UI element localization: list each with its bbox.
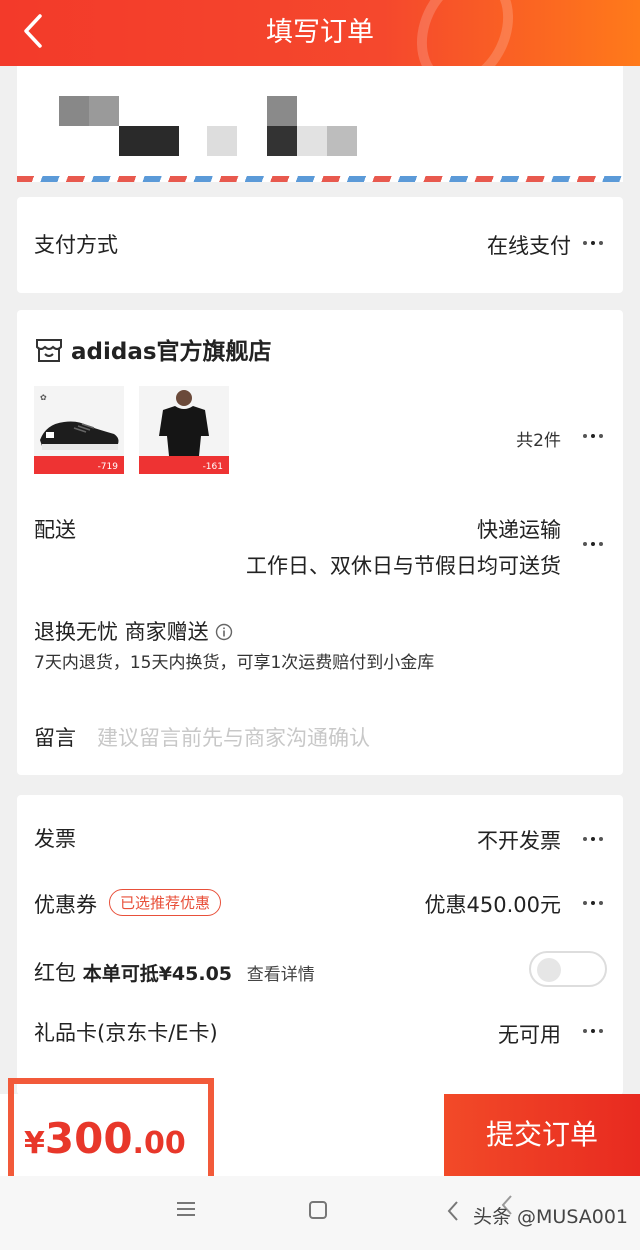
more-dots-icon[interactable] xyxy=(583,540,605,548)
highlight-box xyxy=(8,1078,214,1184)
coupon-value[interactable]: 优惠450.00元 xyxy=(425,889,561,919)
redacted-block xyxy=(297,126,327,156)
invoice-label: 发票 xyxy=(34,827,76,851)
extras-card: 发票 不开发票 优惠券 已选推荐优惠 优惠450.00元 红包 本单可抵¥45.… xyxy=(17,795,623,1095)
note-label: 留言 xyxy=(34,726,76,750)
returns-title-text: 退换无忧 商家赠送 xyxy=(34,620,209,644)
redacted-block xyxy=(207,126,237,156)
more-dots-icon[interactable] xyxy=(583,432,605,440)
more-dots-icon[interactable] xyxy=(583,899,605,907)
product-badge: -161 xyxy=(202,462,223,472)
top-bar: 填写订单 xyxy=(0,0,640,66)
svg-text:✿: ✿ xyxy=(40,393,47,402)
coupon-label: 优惠券 xyxy=(34,893,97,917)
store-name: adidas官方旗舰店 xyxy=(71,339,272,365)
shipping-label: 配送 xyxy=(34,518,76,542)
more-dots-icon xyxy=(583,239,605,247)
more-dots-icon[interactable] xyxy=(583,1027,605,1035)
returns-detail: 7天内退货，15天内换货，可享1次运费赔付到小金库 xyxy=(34,653,435,673)
redacted-block xyxy=(89,96,119,126)
redpacket-details-link[interactable]: 查看详情 xyxy=(247,965,315,985)
giftcard-label: 礼品卡(京东卡/E卡) xyxy=(34,1021,218,1045)
redacted-block xyxy=(267,96,297,126)
submit-order-button[interactable]: 提交订单 xyxy=(444,1094,640,1176)
back-nav-icon[interactable] xyxy=(446,1200,460,1222)
redpacket-amount: 本单可抵¥45.05 xyxy=(82,963,233,985)
product-badge: -719 xyxy=(97,462,118,472)
returns-title: 退换无忧 商家赠送 xyxy=(34,616,233,646)
redpacket-toggle[interactable] xyxy=(529,951,607,987)
system-nav-bar: 头条 @MUSA001 xyxy=(0,1176,640,1250)
redpacket-label: 红包 xyxy=(34,961,76,985)
redacted-block xyxy=(267,126,297,156)
redacted-block xyxy=(327,126,357,156)
invoice-value[interactable]: 不开发票 xyxy=(477,825,561,855)
redpacket-row: 红包 本单可抵¥45.05 查看详情 xyxy=(34,957,315,987)
redacted-block xyxy=(119,126,179,156)
shipping-detail: 工作日、双休日与节假日均可送货 xyxy=(246,554,561,578)
payment-label: 支付方式 xyxy=(34,233,118,257)
store-icon xyxy=(36,339,62,362)
item-count[interactable]: 共2件 xyxy=(516,426,561,451)
payment-card[interactable]: 支付方式 在线支付 xyxy=(17,197,623,293)
coupon-badge: 已选推荐优惠 xyxy=(109,889,222,916)
watermark: 头条 @MUSA001 xyxy=(472,1206,628,1228)
note-input[interactable]: 建议留言前先与商家沟通确认 xyxy=(97,722,370,752)
menu-icon[interactable] xyxy=(176,1200,196,1218)
airmail-border xyxy=(17,176,623,182)
home-icon[interactable] xyxy=(308,1200,328,1220)
toggle-knob xyxy=(537,958,561,982)
product-thumbnail-shoe[interactable]: ✿ -719 xyxy=(34,386,124,474)
shipping-method: 快递运输 xyxy=(477,518,561,542)
info-icon[interactable] xyxy=(215,623,233,641)
product-thumbnail-shirt[interactable]: -161 xyxy=(139,386,229,474)
payment-value: 在线支付 xyxy=(487,234,571,258)
page-title: 填写订单 xyxy=(266,17,374,48)
address-card[interactable] xyxy=(17,66,623,182)
giftcard-value[interactable]: 无可用 xyxy=(498,1019,561,1049)
store-card: adidas官方旗舰店 ✿ -719 -161 共2件 配送 快递运输 工作日、… xyxy=(17,310,623,775)
more-dots-icon[interactable] xyxy=(583,835,605,843)
